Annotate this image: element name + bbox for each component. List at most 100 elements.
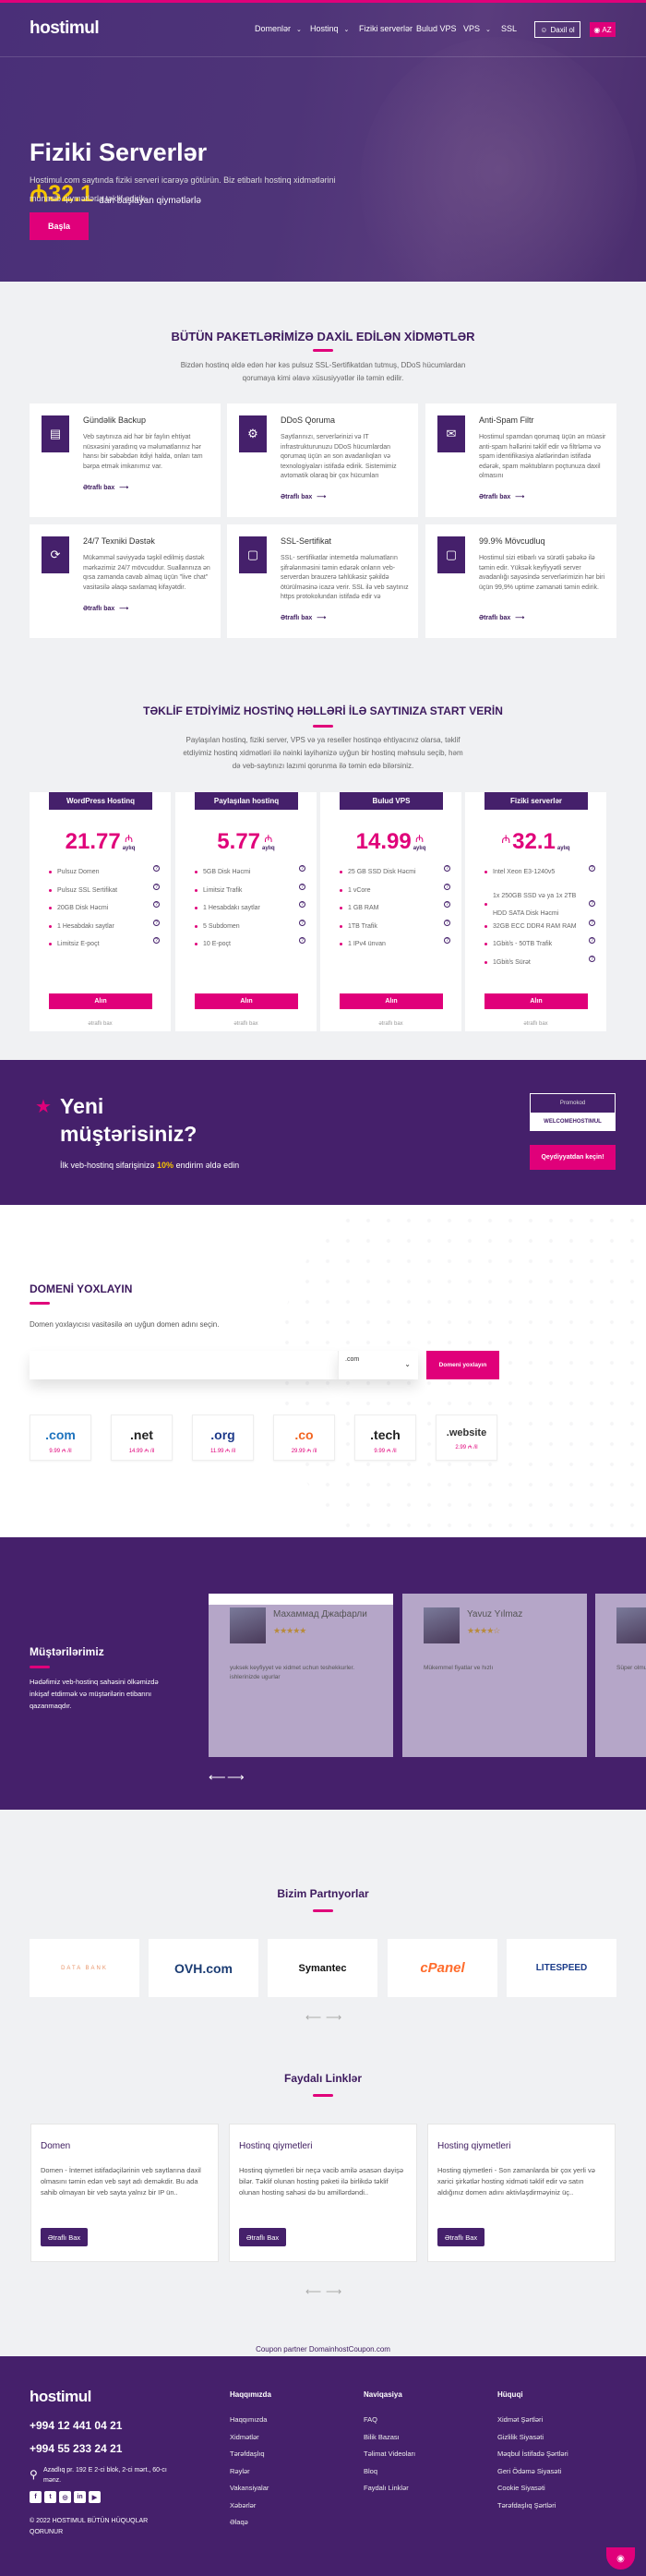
next-arrow-icon[interactable]: ⟶ (326, 2011, 341, 2024)
plan-feature-label: 32GB ECC DDR4 RAM RAM (493, 922, 577, 930)
start-button[interactable]: Başla (30, 212, 89, 240)
footer-link[interactable]: Xəbərlər (230, 2501, 256, 2510)
help-icon[interactable]: ? (299, 865, 305, 872)
tld-select[interactable]: .com ⌄ (338, 1351, 418, 1379)
logo[interactable]: hostimul (30, 18, 100, 39)
chat-button[interactable]: ◉ (606, 2547, 635, 2570)
help-icon[interactable]: ? (589, 865, 595, 872)
partner-logo[interactable]: cPanel (388, 1939, 497, 1997)
feature-more-link[interactable]: Ətraflı bax ⟶ (479, 614, 524, 621)
footer-link[interactable]: Təlimat Videoları (364, 2450, 415, 2458)
partner-logo[interactable]: LITESPEED (507, 1939, 616, 1997)
check-domain-button[interactable]: Domeni yoxlayın (426, 1351, 499, 1379)
feature-more-link[interactable]: Ətraflı bax ⟶ (281, 493, 326, 500)
prev-arrow-icon[interactable]: ⟵ (305, 2011, 321, 2024)
footer-logo[interactable]: hostimul (30, 2388, 91, 2406)
nav-item-0[interactable]: Domenlər ⌄ (255, 24, 302, 33)
facebook-icon[interactable]: f (30, 2491, 42, 2503)
footer-link[interactable]: Haqqımızda (230, 2415, 267, 2424)
help-icon[interactable]: ? (589, 955, 595, 962)
help-icon[interactable]: ? (153, 865, 160, 872)
tld-card[interactable]: .org 11.99 ₼ /il (192, 1414, 254, 1461)
help-icon[interactable]: ? (444, 883, 450, 890)
footer-link[interactable]: Bloq (364, 2467, 377, 2475)
help-icon[interactable]: ? (299, 901, 305, 908)
instagram-icon[interactable]: ◎ (59, 2491, 71, 2503)
footer-link[interactable]: Bilik Bazası (364, 2433, 400, 2441)
help-icon[interactable]: ? (153, 919, 160, 926)
partner-name: LITESPEED (535, 1963, 588, 1973)
plan-more-link[interactable]: ətraflı bax (465, 1021, 606, 1027)
phone-2[interactable]: +994 55 233 24 21 (30, 2442, 122, 2455)
footer-link[interactable]: Cookie Siyasəti (497, 2484, 545, 2492)
feature-more-link[interactable]: Ətraflı bax ⟶ (83, 605, 128, 612)
login-button[interactable]: ☺ Daxil ol (534, 21, 580, 38)
help-icon[interactable]: ? (589, 937, 595, 944)
footer-link[interactable]: Geri Ödəmə Siyasəti (497, 2467, 561, 2475)
promo-code[interactable]: WELCOMEHOSTIMUL (531, 1113, 615, 1130)
help-icon[interactable]: ? (589, 899, 595, 907)
partner-logo[interactable]: Symantec (268, 1939, 377, 1997)
feature-more-link[interactable]: Ətraflı bax ⟶ (479, 493, 524, 500)
footer-link[interactable]: Məqbul İstifadə Şərtləri (497, 2450, 568, 2458)
nav-item-4[interactable]: VPS ⌄ (463, 24, 491, 33)
buy-button[interactable]: Alın (49, 993, 152, 1009)
tld-card[interactable]: .co 29.99 ₼ /il (273, 1414, 335, 1461)
next-arrow-icon[interactable]: ⟶ (326, 2285, 341, 2298)
coupon-partner-link[interactable]: Coupon partner DomainhostCoupon.com (0, 2345, 646, 2353)
plan-more-link[interactable]: ətraflı bax (320, 1021, 461, 1027)
next-arrow-icon[interactable]: ⟶ (227, 1770, 245, 1785)
footer-link[interactable]: Əlaqə (230, 2518, 248, 2526)
help-icon[interactable]: ? (444, 901, 450, 908)
feature-more-link[interactable]: Ətraflı bax ⟶ (83, 484, 128, 491)
read-more-button[interactable]: Ətraflı Bax (437, 2228, 484, 2246)
register-button[interactable]: Qeydiyyatdan keçin! (530, 1145, 616, 1170)
help-icon[interactable]: ? (299, 919, 305, 926)
domain-input[interactable] (30, 1351, 338, 1379)
help-icon[interactable]: ? (153, 883, 160, 890)
footer-link[interactable]: Tərəfdaşlıq (230, 2450, 265, 2458)
help-icon[interactable]: ? (299, 937, 305, 944)
youtube-icon[interactable]: ▶ (89, 2491, 101, 2503)
partner-logo[interactable]: DATA BANK (30, 1939, 139, 1997)
nav-item-2[interactable]: Fiziki serverlər (359, 24, 413, 33)
buy-button[interactable]: Alın (195, 993, 298, 1009)
support-24-icon: ⟳ (42, 536, 69, 573)
help-icon[interactable]: ? (444, 865, 450, 872)
help-icon[interactable]: ? (299, 883, 305, 890)
tld-card[interactable]: .net 14.99 ₼ /il (111, 1414, 173, 1461)
help-icon[interactable]: ? (444, 919, 450, 926)
nav-item-1[interactable]: Hostinq ⌄ (310, 24, 349, 33)
twitter-icon[interactable]: t (44, 2491, 56, 2503)
nav-item-5[interactable]: SSL (501, 24, 517, 33)
footer-link[interactable]: Vakansiyalar (230, 2484, 269, 2492)
read-more-button[interactable]: Ətraflı Bax (41, 2228, 88, 2246)
language-button[interactable]: ◉ AZ (590, 22, 616, 37)
tld-card[interactable]: .website 2.99 ₼ /il (436, 1414, 497, 1461)
footer-link[interactable]: Faydalı Linklər (364, 2484, 409, 2492)
nav-item-3[interactable]: Bulud VPS (416, 24, 457, 33)
footer-link[interactable]: Xidmətlər (230, 2433, 259, 2441)
footer-link[interactable]: Gizlilik Siyasəti (497, 2433, 544, 2441)
partner-logo[interactable]: OVH.com (149, 1939, 258, 1997)
read-more-button[interactable]: Ətraflı Bax (239, 2228, 286, 2246)
footer-link[interactable]: Xidmət Şərtləri (497, 2415, 543, 2424)
footer-link[interactable]: Rəylər (230, 2467, 250, 2475)
footer-link[interactable]: FAQ (364, 2415, 377, 2424)
prev-arrow-icon[interactable]: ⟵ (305, 2285, 321, 2298)
footer-link[interactable]: Tərəfdaşlıq Şərtləri (497, 2501, 556, 2510)
linkedin-icon[interactable]: in (74, 2491, 86, 2503)
prev-arrow-icon[interactable]: ⟵ (209, 1770, 226, 1785)
help-icon[interactable]: ? (444, 937, 450, 944)
plan-more-link[interactable]: ətraflı bax (30, 1021, 171, 1027)
help-icon[interactable]: ? (153, 937, 160, 944)
buy-button[interactable]: Alın (340, 993, 443, 1009)
tld-card[interactable]: .com 9.99 ₼ /il (30, 1414, 91, 1461)
help-icon[interactable]: ? (589, 919, 595, 926)
help-icon[interactable]: ? (153, 901, 160, 908)
tld-card[interactable]: .tech 9.99 ₼ /il (354, 1414, 416, 1461)
buy-button[interactable]: Alın (484, 993, 588, 1009)
plan-more-link[interactable]: ətraflı bax (175, 1021, 317, 1027)
feature-more-link[interactable]: Ətraflı bax ⟶ (281, 614, 326, 621)
phone-1[interactable]: +994 12 441 04 21 (30, 2419, 122, 2432)
